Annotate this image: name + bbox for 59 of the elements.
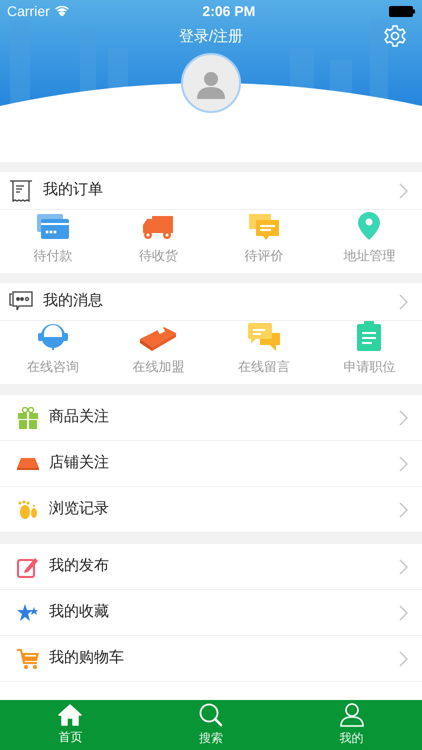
carrier-text: Carrier [7, 2, 50, 20]
section-title: 我的消息 [43, 291, 104, 312]
receipt-icon [9, 180, 33, 202]
shortcut-item[interactable]: 待评价 [211, 210, 316, 273]
chevron-right-icon [399, 604, 408, 620]
battery-icon [389, 6, 415, 16]
chevron-right-icon [399, 410, 408, 426]
awning-icon [17, 458, 39, 470]
shortcut-item[interactable]: 在线加盟 [106, 321, 211, 384]
shortcut-item[interactable]: 待收货 [106, 210, 211, 273]
tab[interactable]: 首页 [0, 700, 141, 750]
wifi-icon [54, 6, 69, 16]
user-icon [340, 703, 364, 727]
shortcut-item[interactable]: 待付款 [0, 210, 106, 273]
menu-row[interactable]: 我的购物车 [0, 636, 422, 682]
cart-icon [17, 648, 39, 668]
menu-row-label: 我的发布 [49, 556, 110, 576]
chevron-right-icon [399, 502, 408, 518]
menu-row-label: 店铺关注 [49, 453, 110, 474]
card-icon [36, 214, 69, 240]
chat-bubbles-icon [248, 323, 280, 351]
user-silhouette-icon [197, 71, 225, 99]
location-pin-icon [358, 212, 380, 240]
footprints-icon [17, 500, 39, 520]
shortcut-item[interactable]: 申请职位 [316, 321, 422, 384]
truck-icon [143, 216, 174, 240]
shortcut-item[interactable]: 在线咨询 [0, 321, 106, 384]
shortcut-item[interactable]: 地址管理 [316, 210, 422, 273]
shortcut-item[interactable]: 在线留言 [211, 321, 316, 384]
menu-row-label: 浏览记录 [49, 499, 110, 520]
tab[interactable]: 我的 [281, 700, 422, 750]
section-header[interactable]: 我的消息 [0, 283, 422, 320]
gift-icon [18, 406, 38, 428]
section-header[interactable]: 我的订单 [0, 172, 422, 209]
menu-row-label: 商品关注 [49, 407, 110, 428]
search-icon [198, 703, 223, 727]
tab[interactable]: 搜索 [140, 700, 282, 750]
settings-icon[interactable] [383, 24, 407, 48]
chevron-right-icon [399, 294, 408, 310]
home-icon [58, 704, 82, 726]
menu-row[interactable]: 我的发布 [0, 544, 422, 590]
stars-icon [17, 604, 39, 622]
comments-icon [248, 214, 279, 240]
menu-row-label: 我的收藏 [49, 602, 110, 622]
edit-icon [17, 556, 39, 578]
login-register-title[interactable]: 登录/注册 [178, 26, 244, 48]
chevron-right-icon [399, 558, 408, 574]
section-title: 我的订单 [43, 180, 104, 200]
menu-row[interactable]: 店铺关注 [0, 441, 422, 487]
menu-row[interactable]: 浏览记录 [0, 487, 422, 533]
clock-text: 2:06 PM [201, 2, 256, 20]
menu-row[interactable]: 商品关注 [0, 395, 422, 441]
headset-icon [38, 323, 68, 351]
message-icon [9, 290, 33, 312]
chevron-right-icon [399, 182, 408, 198]
menu-row-label: 我的购物车 [49, 648, 125, 668]
menu-row[interactable]: 我的收藏 [0, 590, 422, 636]
chevron-right-icon [399, 456, 408, 472]
chevron-right-icon [399, 650, 408, 666]
